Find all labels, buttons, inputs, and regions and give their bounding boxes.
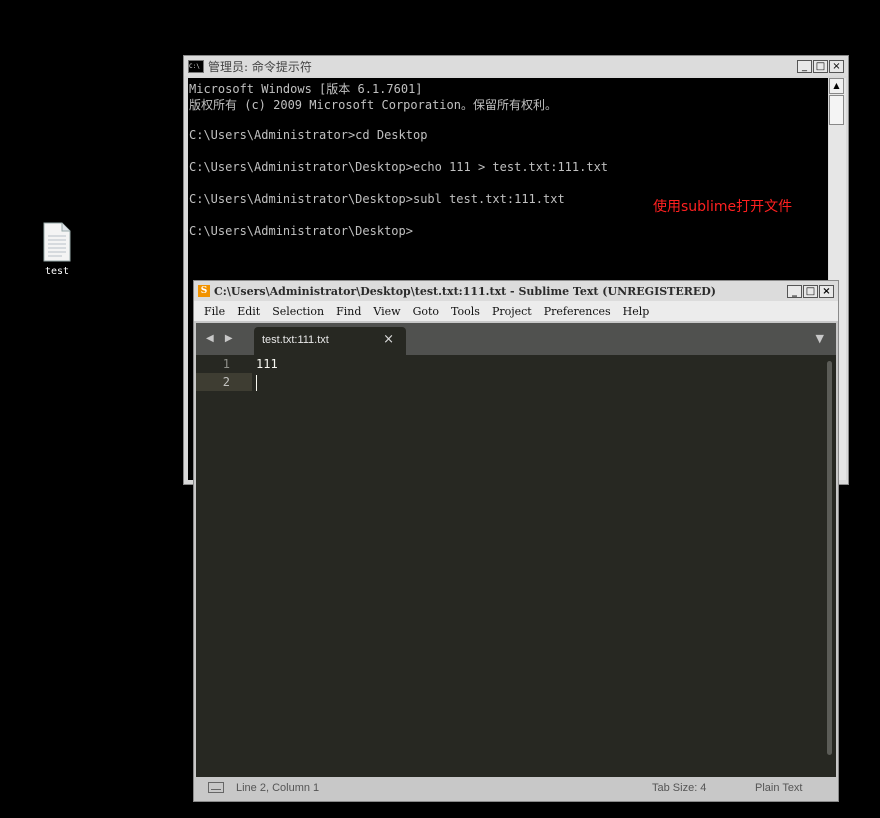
console-line: Microsoft Windows [版本 6.1.7601] bbox=[189, 82, 423, 96]
menu-goto[interactable]: Goto bbox=[407, 305, 445, 318]
menu-bar: File Edit Selection Find View Goto Tools… bbox=[194, 301, 838, 321]
panel-toggle-icon[interactable] bbox=[208, 782, 224, 793]
red-annotation: 使用sublime打开文件 bbox=[653, 199, 793, 215]
editor-scrollbar[interactable] bbox=[827, 361, 832, 755]
console-line: C:\Users\Administrator>cd Desktop bbox=[189, 128, 428, 142]
code-line: 111 bbox=[256, 357, 278, 371]
sublime-maximize-button[interactable]: □ bbox=[803, 284, 818, 298]
text-caret bbox=[256, 375, 257, 391]
menu-help[interactable]: Help bbox=[617, 305, 656, 318]
menu-view[interactable]: View bbox=[367, 305, 406, 318]
editor-area[interactable]: 1 2 111 bbox=[196, 355, 836, 777]
console-prompt: C:\Users\Administrator\Desktop> bbox=[189, 224, 413, 238]
sublime-minimize-button[interactable]: _ bbox=[787, 284, 802, 298]
cmd-close-button[interactable]: × bbox=[829, 59, 844, 73]
sublime-window[interactable]: S C:\Users\Administrator\Desktop\test.tx… bbox=[193, 280, 839, 802]
menu-project[interactable]: Project bbox=[486, 305, 538, 318]
cursor-position: Line 2, Column 1 bbox=[236, 782, 320, 794]
cmd-app-icon: C:\ bbox=[188, 59, 204, 73]
cmd-minimize-button[interactable]: _ bbox=[797, 59, 812, 73]
menu-file[interactable]: File bbox=[198, 305, 231, 318]
sublime-title-bar[interactable]: S C:\Users\Administrator\Desktop\test.tx… bbox=[194, 281, 838, 301]
tab-nav-arrows-icon[interactable]: ◀ ▶ bbox=[206, 333, 237, 344]
tab-close-icon[interactable]: × bbox=[383, 332, 394, 347]
sublime-window-title: C:\Users\Administrator\Desktop\test.txt:… bbox=[214, 284, 716, 298]
console-line: 版权所有 (c) 2009 Microsoft Corporation。保留所有… bbox=[189, 98, 557, 112]
menu-edit[interactable]: Edit bbox=[231, 305, 266, 318]
menu-find[interactable]: Find bbox=[330, 305, 367, 318]
menu-tools[interactable]: Tools bbox=[445, 305, 486, 318]
scroll-up-icon[interactable]: ▲ bbox=[829, 78, 844, 94]
line-number: 1 bbox=[222, 357, 230, 371]
status-bar: Line 2, Column 1 Tab Size: 4 Plain Text bbox=[196, 777, 836, 799]
tab-label: test.txt:111.txt bbox=[262, 334, 329, 346]
menu-selection[interactable]: Selection bbox=[266, 305, 330, 318]
tab-dropdown-icon[interactable]: ▼ bbox=[816, 332, 824, 345]
tab-size-selector[interactable]: Tab Size: 4 bbox=[652, 782, 706, 794]
desktop-file-test[interactable]: test bbox=[38, 222, 76, 277]
tab-bar: ◀ ▶ test.txt:111.txt × ▼ bbox=[196, 323, 836, 355]
cmd-title-bar[interactable]: C:\ 管理员: 命令提示符 _ □ × bbox=[184, 56, 848, 76]
line-number-active: 2 bbox=[196, 373, 252, 391]
cmd-maximize-button[interactable]: □ bbox=[813, 59, 828, 73]
syntax-selector[interactable]: Plain Text bbox=[755, 782, 803, 794]
desktop-icon-label: test bbox=[44, 266, 70, 277]
console-line: C:\Users\Administrator\Desktop>subl test… bbox=[189, 192, 565, 206]
menu-preferences[interactable]: Preferences bbox=[538, 305, 617, 318]
scroll-thumb[interactable] bbox=[829, 95, 844, 125]
console-line: C:\Users\Administrator\Desktop>echo 111 … bbox=[189, 160, 609, 174]
sublime-close-button[interactable]: × bbox=[819, 284, 834, 298]
sublime-app-icon: S bbox=[198, 285, 210, 297]
tab-test-file[interactable]: test.txt:111.txt × bbox=[254, 327, 406, 355]
cmd-window-title: 管理员: 命令提示符 bbox=[208, 59, 312, 74]
text-file-icon bbox=[42, 222, 72, 262]
